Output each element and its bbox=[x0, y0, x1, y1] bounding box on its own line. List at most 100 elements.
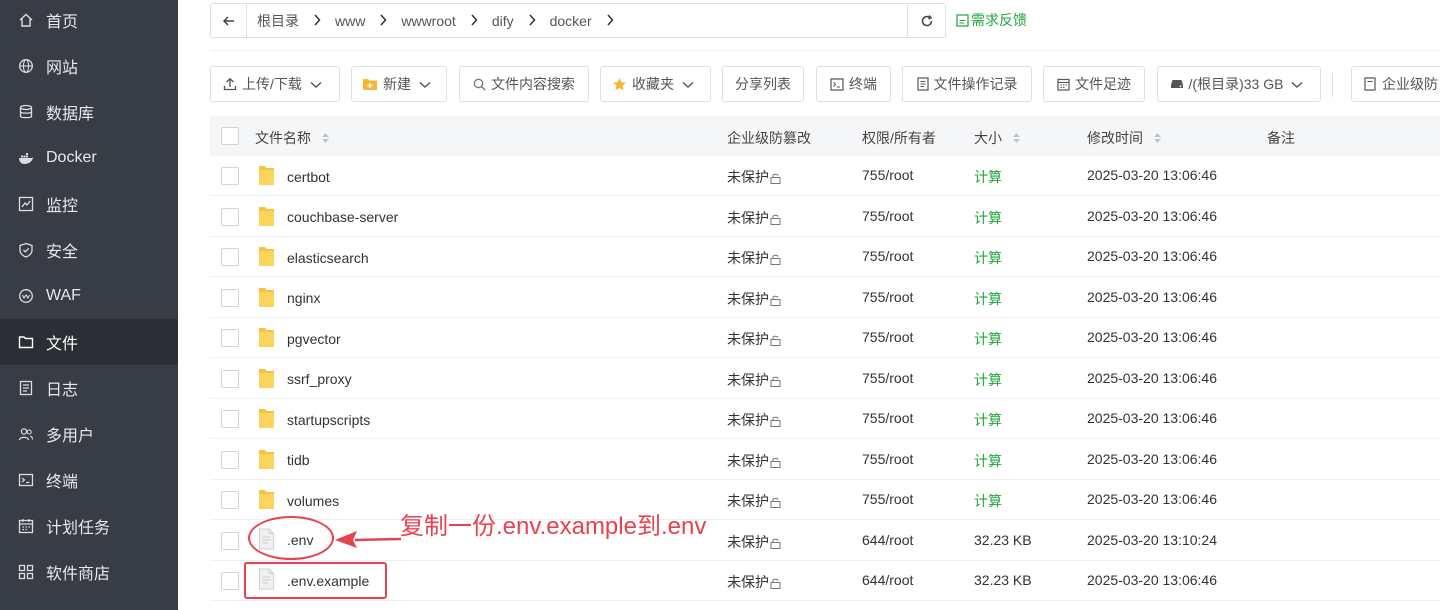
file-name-cell[interactable]: pgvector bbox=[258, 325, 341, 352]
sidebar-item-cron[interactable]: 计划任务 bbox=[0, 503, 178, 549]
table-row[interactable]: couchbase-server 未保护 755/root 计算 2025-03-20 … bbox=[210, 197, 1440, 237]
permission-owner[interactable]: 755/root bbox=[862, 208, 913, 224]
table-row[interactable]: pgvector 未保护 755/root 计算 2025-03-20 13:06:46 bbox=[210, 318, 1440, 358]
row-checkbox[interactable] bbox=[221, 248, 239, 266]
protect-status[interactable]: 未保护 bbox=[727, 248, 781, 268]
file-name[interactable]: couchbase-server bbox=[287, 209, 398, 225]
sidebar-item-multiuser[interactable]: 多用户 bbox=[0, 411, 178, 457]
protect-status[interactable]: 未保护 bbox=[727, 532, 781, 552]
file-name[interactable]: startupscripts bbox=[287, 412, 370, 428]
protect-status[interactable]: 未保护 bbox=[727, 491, 781, 511]
share-list-button[interactable]: 分享列表 bbox=[722, 66, 804, 102]
sidebar-item-docker[interactable]: Docker bbox=[0, 135, 178, 181]
permission-owner[interactable]: 755/root bbox=[862, 289, 913, 305]
disk-selector[interactable]: /(根目录)33 GB bbox=[1157, 66, 1321, 102]
protect-status[interactable]: 未保护 bbox=[727, 329, 781, 349]
file-name-cell[interactable]: couchbase-server bbox=[258, 204, 398, 231]
table-row[interactable]: volumes 未保护 755/root 计算 2025-03-20 13:06:46 bbox=[210, 480, 1440, 520]
sidebar-item-security[interactable]: 安全 bbox=[0, 227, 178, 273]
breadcrumb-segment[interactable]: docker bbox=[550, 13, 628, 29]
protect-status[interactable]: 未保护 bbox=[727, 451, 781, 471]
file-footprint-button[interactable]: 文件足迹 bbox=[1043, 66, 1145, 102]
row-checkbox[interactable] bbox=[221, 491, 239, 509]
permission-owner[interactable]: 755/root bbox=[862, 451, 913, 467]
calculate-size-link[interactable]: 计算 bbox=[974, 208, 1002, 228]
protect-status[interactable]: 未保护 bbox=[727, 370, 781, 390]
file-name-cell[interactable]: elasticsearch bbox=[258, 244, 369, 271]
protect-status[interactable]: 未保护 bbox=[727, 208, 781, 228]
calculate-size-link[interactable]: 计算 bbox=[974, 491, 1002, 511]
file-name-cell[interactable]: certbot bbox=[258, 163, 330, 190]
table-row[interactable]: .env.example 未保护 644/root 32.23 KB 2025-03-2… bbox=[210, 561, 1440, 601]
upload-download-button[interactable]: 上传/下载 bbox=[210, 66, 340, 102]
row-checkbox[interactable] bbox=[221, 572, 239, 590]
column-header-name[interactable]: 文件名称 bbox=[255, 128, 330, 148]
new-button[interactable]: 新建 bbox=[351, 66, 447, 102]
calculate-size-link[interactable]: 计算 bbox=[974, 248, 1002, 268]
calculate-size-link[interactable]: 计算 bbox=[974, 329, 1002, 349]
file-name[interactable]: certbot bbox=[287, 169, 330, 185]
sidebar-item-database[interactable]: 数据库 bbox=[0, 89, 178, 135]
column-header-mtime[interactable]: 修改时间 bbox=[1087, 128, 1162, 148]
permission-owner[interactable]: 755/root bbox=[862, 329, 913, 345]
refresh-button[interactable] bbox=[907, 4, 945, 37]
feedback-link[interactable]: 需求反馈 bbox=[956, 10, 1027, 30]
permission-owner[interactable]: 755/root bbox=[862, 410, 913, 426]
back-button[interactable] bbox=[211, 4, 247, 37]
permission-owner[interactable]: 644/root bbox=[862, 532, 913, 548]
permission-owner[interactable]: 644/root bbox=[862, 572, 913, 588]
breadcrumb-segment[interactable]: www bbox=[335, 13, 401, 29]
file-name[interactable]: nginx bbox=[287, 290, 320, 306]
row-checkbox[interactable] bbox=[221, 167, 239, 185]
protect-status[interactable]: 未保护 bbox=[727, 167, 781, 187]
permission-owner[interactable]: 755/root bbox=[862, 248, 913, 264]
row-checkbox[interactable] bbox=[221, 410, 239, 428]
file-name-cell[interactable]: ssrf_proxy bbox=[258, 366, 352, 393]
file-name-cell[interactable]: startupscripts bbox=[258, 406, 370, 433]
protect-status[interactable]: 未保护 bbox=[727, 410, 781, 430]
sidebar-item-terminal[interactable]: 终端 bbox=[0, 457, 178, 503]
calculate-size-link[interactable]: 计算 bbox=[974, 410, 1002, 430]
file-name[interactable]: volumes bbox=[287, 493, 339, 509]
sidebar-item-home[interactable]: 首页 bbox=[0, 0, 178, 43]
permission-owner[interactable]: 755/root bbox=[862, 167, 913, 183]
sidebar-item-appstore[interactable]: 软件商店 bbox=[0, 549, 178, 595]
protect-status[interactable]: 未保护 bbox=[727, 289, 781, 309]
permission-owner[interactable]: 755/root bbox=[862, 370, 913, 386]
table-row[interactable]: elasticsearch 未保护 755/root 计算 2025-03-20 13:… bbox=[210, 237, 1440, 277]
column-header-size[interactable]: 大小 bbox=[974, 128, 1021, 148]
calculate-size-link[interactable]: 计算 bbox=[974, 370, 1002, 390]
file-name-cell[interactable]: tidb bbox=[258, 447, 310, 474]
breadcrumb-segment[interactable]: dify bbox=[492, 13, 550, 29]
protect-status[interactable]: 未保护 bbox=[727, 572, 781, 592]
sidebar-item-monitor[interactable]: 监控 bbox=[0, 181, 178, 227]
file-name[interactable]: tidb bbox=[287, 452, 310, 468]
file-name[interactable]: ssrf_proxy bbox=[287, 371, 352, 387]
sidebar-item-waf[interactable]: WAF bbox=[0, 273, 178, 319]
sidebar-item-logs[interactable]: 日志 bbox=[0, 365, 178, 411]
row-checkbox[interactable] bbox=[221, 288, 239, 307]
sidebar-item-files[interactable]: 文件 bbox=[0, 319, 178, 365]
enterprise-protect-button[interactable]: 企业级防 bbox=[1351, 66, 1440, 102]
calculate-size-link[interactable]: 计算 bbox=[974, 451, 1002, 471]
file-name[interactable]: elasticsearch bbox=[287, 250, 369, 266]
terminal-button[interactable]: 终端 bbox=[816, 66, 891, 102]
table-row[interactable]: certbot 未保护 755/root 计算 2025-03-20 13:06:46 bbox=[210, 156, 1440, 196]
table-row[interactable]: startupscripts 未保护 755/root 计算 2025-03-20 13… bbox=[210, 399, 1440, 439]
sidebar-item-website[interactable]: 网站 bbox=[0, 43, 178, 89]
row-checkbox[interactable] bbox=[221, 207, 239, 226]
row-checkbox[interactable] bbox=[221, 329, 239, 347]
table-row[interactable]: tidb 未保护 755/root 计算 2025-03-20 13:06:46 bbox=[210, 440, 1440, 480]
file-name-cell[interactable]: volumes bbox=[258, 487, 339, 514]
breadcrumb-segment[interactable]: wwwroot bbox=[401, 13, 491, 29]
calculate-size-link[interactable]: 计算 bbox=[974, 289, 1002, 309]
file-name[interactable]: pgvector bbox=[287, 331, 341, 347]
table-row[interactable]: ssrf_proxy 未保护 755/root 计算 2025-03-20 13:06:… bbox=[210, 359, 1440, 399]
row-checkbox[interactable] bbox=[221, 369, 239, 388]
breadcrumb-segment[interactable]: 根目录 bbox=[257, 11, 335, 31]
favorites-button[interactable]: 收藏夹 bbox=[600, 66, 711, 102]
row-checkbox[interactable] bbox=[221, 531, 239, 550]
file-oplog-button[interactable]: 文件操作记录 bbox=[902, 66, 1032, 102]
calculate-size-link[interactable]: 计算 bbox=[974, 167, 1002, 187]
permission-owner[interactable]: 755/root bbox=[862, 491, 913, 507]
